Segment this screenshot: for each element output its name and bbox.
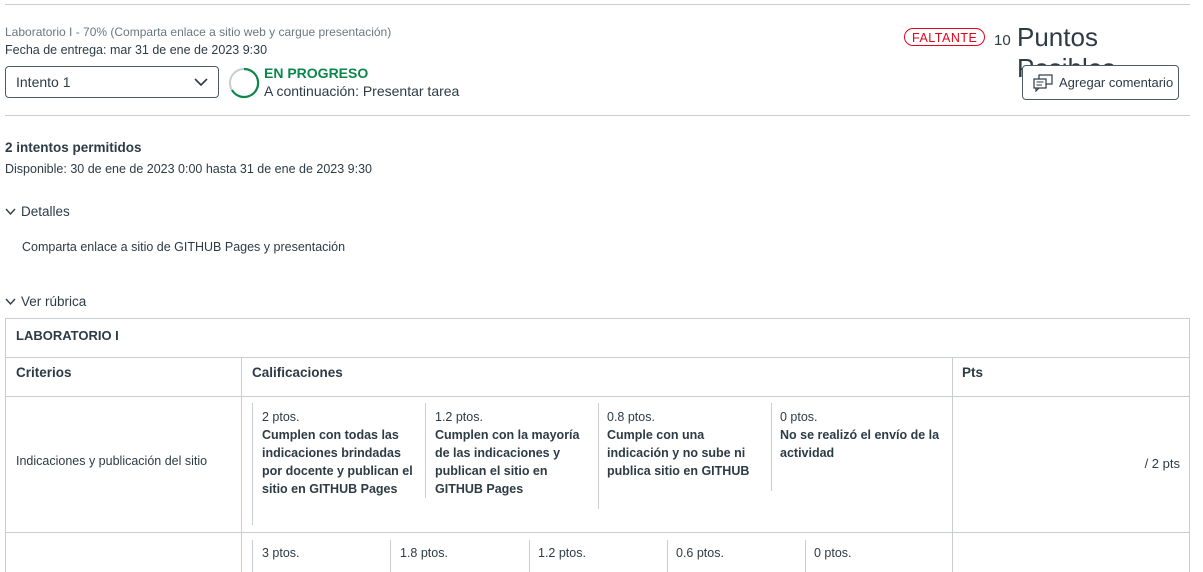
rating-divider [667,540,668,572]
criterion-score: / 2 pts [1144,456,1180,471]
chevron-down-icon [5,208,16,216]
attempt-select[interactable]: Intento 1 [5,66,219,98]
rating-points: 2 ptos. [262,410,300,424]
rating-cell: 0 ptos. No se realizó el envío de la act… [780,408,940,462]
points-value: 10 [994,32,1011,49]
rating-divider [425,403,426,498]
criterion-label: Indicaciones y publicación del sitio [16,454,208,468]
details-text: Comparta enlace a sitio de GITHUB Pages … [22,240,346,254]
column-divider [952,357,953,572]
rating-cell: 0.8 ptos. Cumple con una indicación y no… [607,408,767,480]
rating-points: 0 ptos. [814,546,852,560]
availability: Disponible: 30 de ene de 2023 0:00 hasta… [5,162,372,176]
top-divider [5,4,1190,5]
add-comment-button[interactable]: Agregar comentario [1022,65,1179,100]
attempt-next-step: A continuación: Presentar tarea [264,83,460,99]
rating-divider [252,540,253,572]
details-toggle-label: Detalles [21,204,70,219]
due-date: Fecha de entrega: mar 31 de ene de 2023 … [5,43,267,57]
due-label: Fecha de entrega: [5,43,107,57]
add-comment-label: Agregar comentario [1059,75,1174,90]
ratings-header: Calificaciones [252,365,343,380]
rating-cell: 1.2 ptos. Cumplen con la mayoría de las … [435,408,595,498]
rating-points: 0.6 ptos. [676,546,724,560]
attempt-status: EN PROGRESO [264,65,369,81]
rubric-title: LABORATORIO I [16,328,119,343]
rating-description: Cumplen con la mayoría de las indicacion… [435,428,580,496]
rating-points: 3 ptos. [262,546,300,560]
row-divider [6,357,1189,358]
progress-ring-icon [229,67,260,99]
rating-points: 1.2 ptos. [538,546,586,560]
rating-points: 1.8 ptos. [400,546,448,560]
rating-points: 1.2 ptos. [435,410,483,424]
rating-divider [529,540,530,572]
rating-points: 0.8 ptos. [607,410,655,424]
row-divider [6,396,1189,397]
rating-divider [252,403,253,525]
details-toggle[interactable]: Detalles [5,204,70,219]
rating-divider [598,403,599,509]
rating-description: Cumple con una indicación y no sube ni p… [607,428,750,478]
rubric-table: LABORATORIO I Criterios Calificaciones P… [5,318,1190,572]
row-divider [6,532,1189,533]
attempts-allowed: 2 intentos permitidos [5,140,142,155]
rating-divider [771,403,772,491]
missing-badge: FALTANTE [904,28,986,46]
header-divider [5,115,1190,116]
rubric-toggle[interactable]: Ver rúbrica [5,294,86,309]
attempt-select-value: Intento 1 [16,74,71,90]
rating-divider [390,540,391,572]
rating-cell: 2 ptos. Cumplen con todas las indicacion… [262,408,418,498]
column-divider [241,357,242,572]
comment-icon [1033,73,1053,92]
pts-header: Pts [962,365,984,380]
rating-description: No se realizó el envío de la actividad [780,428,940,460]
rubric-toggle-label: Ver rúbrica [21,294,87,309]
chevron-down-icon [194,78,208,87]
chevron-down-icon [5,298,16,306]
due-value: mar 31 de ene de 2023 9:30 [109,43,268,57]
rating-description: Cumplen con todas las indicaciones brind… [262,428,413,496]
criteria-header: Criterios [16,365,72,380]
rating-divider [805,540,806,572]
rating-points: 0 ptos. [780,410,818,424]
assignment-title: Laboratorio I - 70% (Comparta enlace a s… [5,25,392,39]
